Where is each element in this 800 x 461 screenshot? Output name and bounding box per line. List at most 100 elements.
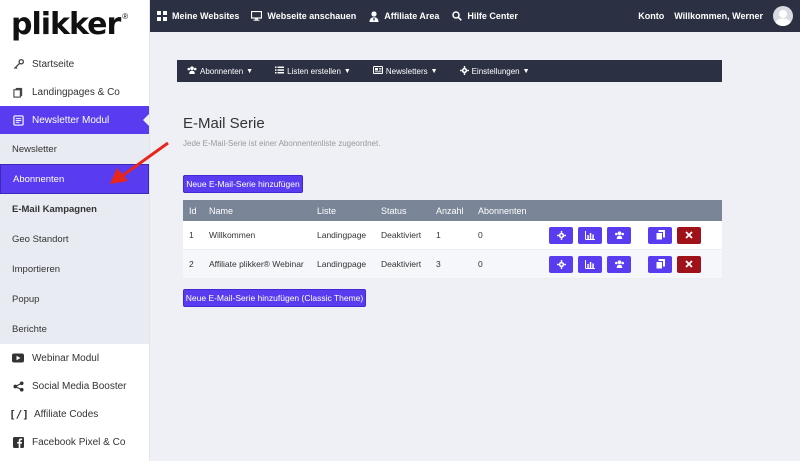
submenu-item-abonnenten[interactable]: Abonnenten <box>0 164 149 194</box>
submenu-item-importieren[interactable]: Importieren <box>0 254 149 284</box>
cell-status: Deaktiviert <box>381 230 422 240</box>
sidebar-item-affiliate-codes[interactable]: [/] Affiliate Codes <box>0 400 149 428</box>
top-link-meine-websites[interactable]: Meine Websites <box>156 11 239 22</box>
chevron-down-icon: ▼ <box>343 67 351 75</box>
column-header-anzahl: Anzahl <box>436 205 464 216</box>
sidebar-item-social-media-booster[interactable]: Social Media Booster <box>0 372 149 400</box>
top-user-area: Konto Willkommen, Werner <box>638 6 800 26</box>
column-header-liste: Liste <box>317 205 337 216</box>
top-link-affiliate-area[interactable]: Affiliate Area <box>368 10 440 22</box>
submenu-item-email-kampagnen[interactable]: E-Mail Kampagnen <box>0 194 149 224</box>
copy-icon <box>655 230 665 240</box>
subnav-label: Einstellungen <box>471 66 520 76</box>
bar-chart-icon <box>585 230 595 240</box>
statistics-button[interactable] <box>578 226 602 244</box>
sidebar-item-webinar-modul[interactable]: Webinar Modul <box>0 344 149 372</box>
submenu-item-popup[interactable]: Popup <box>0 284 149 314</box>
page-title: E-Mail Serie <box>183 115 265 132</box>
top-link-hilfe-center[interactable]: Hilfe Center <box>451 11 518 22</box>
cell-liste: Landingpage <box>317 259 367 269</box>
cell-id: 2 <box>189 259 194 269</box>
add-email-series-button[interactable]: Neue E-Mail-Serie hinzufügen <box>183 175 303 193</box>
newspaper-icon <box>372 66 383 76</box>
youtube-icon <box>12 352 24 364</box>
logo-registered-mark: ® <box>122 12 129 21</box>
top-link-webseite-anschauen[interactable]: Webseite anschauen <box>251 11 356 22</box>
table-header: Id Name Liste Status Anzahl Abonnenten <box>183 200 722 221</box>
subnav-einstellungen[interactable]: Einstellungen ▼ <box>459 65 530 77</box>
welcome-text[interactable]: Willkommen, Werner <box>674 11 763 21</box>
subnav-newsletters[interactable]: Newsletters ▼ <box>372 66 438 76</box>
cell-liste: Landingpage <box>317 230 367 240</box>
sidebar-item-startseite[interactable]: Startseite <box>0 50 149 78</box>
sidebar-item-label: Webinar Modul <box>32 352 100 364</box>
cell-anzahl: 1 <box>436 230 441 240</box>
copy-icon <box>655 259 665 269</box>
list-icon <box>275 66 285 76</box>
subnav-listen-erstellen[interactable]: Listen erstellen ▼ <box>275 66 351 76</box>
chevron-down-icon: ▼ <box>430 67 438 75</box>
subscribers-button[interactable] <box>607 255 631 273</box>
cell-abonnenten: 0 <box>478 230 483 240</box>
sidebar-item-facebook-pixel[interactable]: Facebook Pixel & Co <box>0 428 149 456</box>
top-link-label: Hilfe Center <box>467 11 518 21</box>
sidebar-item-landingpages[interactable]: Landingpages & Co <box>0 78 149 106</box>
table-row: 1 Willkommen Landingpage Deaktiviert 1 0 <box>183 221 722 250</box>
submenu-item-berichte[interactable]: Berichte <box>0 314 149 344</box>
subnav-label: Abonnenten <box>200 66 244 76</box>
sidebar-item-label: Startseite <box>32 58 75 70</box>
cell-abonnenten: 0 <box>478 259 483 269</box>
gear-icon <box>459 65 469 77</box>
close-icon <box>685 231 693 239</box>
delete-button[interactable] <box>677 255 701 273</box>
settings-button[interactable] <box>549 226 573 244</box>
key-icon <box>12 58 24 70</box>
konto-link[interactable]: Konto <box>638 11 664 21</box>
user-tie-icon <box>368 10 379 22</box>
cell-anzahl: 3 <box>436 259 441 269</box>
share-icon <box>12 380 24 392</box>
cell-name: Affiliate plikker® Webinar <box>209 259 304 269</box>
code-icon: [/] <box>9 407 29 421</box>
gear-icon <box>556 230 566 240</box>
copy-button[interactable] <box>648 255 672 273</box>
logo[interactable]: plikker ® <box>0 0 149 50</box>
settings-button[interactable] <box>549 255 573 273</box>
sidebar-item-label: Social Media Booster <box>32 380 127 392</box>
sidebar-item-label: Facebook Pixel & Co <box>32 436 126 448</box>
top-link-label: Meine Websites <box>172 11 240 21</box>
cell-name: Willkommen <box>209 230 256 240</box>
pages-icon <box>12 86 24 98</box>
subnav-abonnenten[interactable]: Abonnenten ▼ <box>187 66 253 76</box>
gear-icon <box>556 259 566 269</box>
column-header-name: Name <box>209 205 234 216</box>
email-series-table: Id Name Liste Status Anzahl Abonnenten 1… <box>183 200 722 279</box>
delete-button[interactable] <box>677 226 701 244</box>
grid-icon <box>156 11 167 22</box>
close-icon <box>685 260 693 268</box>
users-icon <box>187 66 197 76</box>
statistics-button[interactable] <box>578 255 602 273</box>
submenu-item-newsletter[interactable]: Newsletter <box>0 134 149 164</box>
column-header-abonnenten: Abonnenten <box>478 205 527 216</box>
cell-status: Deaktiviert <box>381 259 422 269</box>
sidebar-submenu: Newsletter Abonnenten E-Mail Kampagnen G… <box>0 134 149 344</box>
users-icon <box>614 260 624 268</box>
subscribers-button[interactable] <box>607 226 631 244</box>
chevron-down-icon: ▼ <box>522 67 530 75</box>
add-email-series-classic-button[interactable]: Neue E-Mail-Serie hinzufügen (Classic Th… <box>183 289 366 307</box>
sidebar-item-label: Affiliate Codes <box>34 408 99 420</box>
bar-chart-icon <box>585 259 595 269</box>
submenu-item-geo-standort[interactable]: Geo Standort <box>0 224 149 254</box>
copy-button[interactable] <box>648 226 672 244</box>
users-icon <box>614 231 624 239</box>
logo-text: plikker <box>11 7 121 42</box>
sidebar: plikker ® Startseite Landingpages & Co N… <box>0 0 150 461</box>
column-header-status: Status <box>381 205 407 216</box>
sidebar-item-newsletter-modul[interactable]: Newsletter Modul <box>0 106 149 134</box>
facebook-icon <box>12 436 24 448</box>
newsletter-icon <box>12 114 24 126</box>
sidebar-item-label: Landingpages & Co <box>32 86 120 98</box>
avatar[interactable] <box>773 6 793 26</box>
top-link-label: Affiliate Area <box>384 11 440 21</box>
